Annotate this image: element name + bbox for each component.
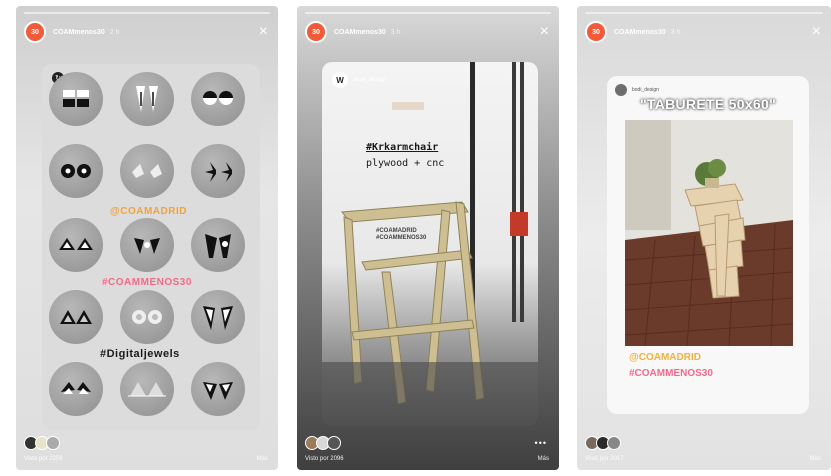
seen-by-count[interactable]: Visto por 2259 [24, 456, 63, 462]
post-caption-line: plywood + cnc [366, 158, 445, 169]
hashtag-label[interactable]: @COAMADRID [629, 352, 701, 363]
viewer-avatar [46, 436, 60, 450]
jewel-image [49, 144, 103, 198]
post-title: "TABURETE 50x60" [639, 96, 777, 112]
username[interactable]: COAMmenos30 [53, 29, 105, 36]
jewel-image [49, 290, 103, 344]
post-author-name: bodi_design [632, 87, 659, 93]
jewel-image [191, 290, 245, 344]
profile-avatar[interactable]: 30 [585, 21, 607, 43]
hashtag-label[interactable]: @COAMADRID [110, 206, 187, 217]
post-caption-line: #Krkarmchair [366, 142, 439, 153]
story-header: 30 COAMmenos30 2 h × [24, 20, 268, 44]
story-progress-bar [305, 12, 551, 14]
profile-avatar[interactable]: 30 [305, 21, 327, 43]
jewel-image [191, 72, 245, 126]
jewel-image [120, 218, 174, 272]
username[interactable]: COAMmenos30 [334, 29, 386, 36]
story-viewer: 30 COAMmenos30 2 h × ↻ @COAMADRID [0, 0, 831, 476]
jewel-image [49, 218, 103, 272]
story-footer: Visto por 2096 ••• Más [305, 432, 549, 462]
hashtag-label[interactable]: #Digitaljewels [100, 348, 180, 360]
story-time: 2 h [109, 28, 120, 36]
jewel-image [120, 290, 174, 344]
story-panel-3[interactable]: 30 COAMmenos30 3 h × bodi_design "TABURE… [577, 6, 831, 470]
jewel-image [191, 144, 245, 198]
more-options-icon[interactable]: ••• [535, 438, 547, 448]
viewer-avatars[interactable] [305, 436, 341, 450]
story-time: 3 h [670, 28, 681, 36]
story-panel-2[interactable]: 30 COAMmenos30 3 h × W bodi_design #Krka… [297, 6, 559, 470]
username[interactable]: COAMmenos30 [614, 29, 666, 36]
viewer-avatars[interactable] [24, 436, 60, 450]
story-header: 30 COAMmenos30 3 h × [585, 20, 821, 44]
profile-avatar[interactable]: 30 [24, 21, 46, 43]
close-icon[interactable]: × [259, 24, 268, 40]
viewer-avatar [607, 436, 621, 450]
highlight-button[interactable]: Más [257, 456, 268, 462]
seen-by-count[interactable]: Visto por 2096 [305, 456, 344, 462]
jewel-image [191, 362, 245, 416]
close-icon[interactable]: × [812, 24, 821, 40]
jewel-image [191, 218, 245, 272]
story-panel-1[interactable]: 30 COAMmenos30 2 h × ↻ @COAMADRID [16, 6, 278, 470]
hashtag-label[interactable]: #COAMMENOS30 [629, 368, 713, 379]
hashtag-label[interactable]: #COAMMENOS30 [376, 235, 426, 242]
jewel-image [120, 72, 174, 126]
jewel-image [49, 72, 103, 126]
reposted-post-card[interactable]: W bodi_design #Krkarmchair plywood + cnc… [322, 62, 538, 426]
story-footer: Visto por 2017 Más [585, 432, 821, 462]
story-progress-bar [24, 12, 270, 14]
story-time: 3 h [390, 28, 401, 36]
reposted-post-card[interactable]: bodi_design "TABURETE 50x60" @COAMADRID … [607, 76, 809, 414]
seen-by-count[interactable]: Visto por 2017 [585, 456, 624, 462]
mini-hashtags[interactable]: #COAMADRID #COAMMENOS30 [376, 228, 426, 242]
stool-photo [625, 120, 793, 346]
highlight-button[interactable]: Más [810, 456, 821, 462]
viewer-avatars[interactable] [585, 436, 621, 450]
viewer-avatar [327, 436, 341, 450]
post-author[interactable]: bodi_design [615, 84, 659, 96]
post-author-avatar [615, 84, 627, 96]
jewel-image [49, 362, 103, 416]
story-footer: Visto por 2259 Más [24, 432, 268, 462]
story-header: 30 COAMmenos30 3 h × [305, 20, 549, 44]
hashtag-label[interactable]: #COAMADRID [376, 228, 426, 235]
story-progress-bar [585, 12, 823, 14]
jewel-image [120, 144, 174, 198]
highlight-button[interactable]: Más [538, 456, 549, 462]
hashtag-label[interactable]: #COAMMENOS30 [102, 277, 192, 288]
close-icon[interactable]: × [540, 24, 549, 40]
jewel-image [120, 362, 174, 416]
